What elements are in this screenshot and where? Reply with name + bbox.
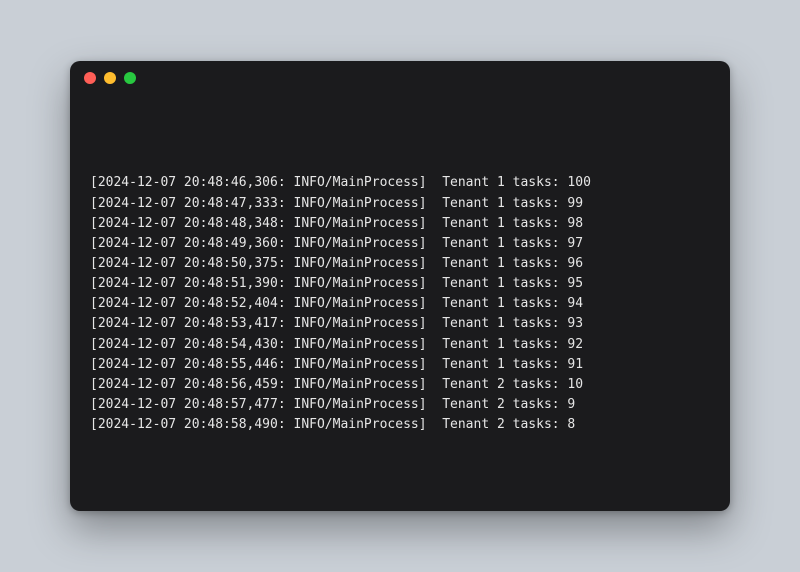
log-line: [2024-12-07 20:48:55,446: INFO/MainProce… xyxy=(90,355,710,375)
log-line: [2024-12-07 20:48:51,390: INFO/MainProce… xyxy=(90,274,710,294)
close-icon[interactable] xyxy=(84,72,96,84)
log-line: [2024-12-07 20:48:53,417: INFO/MainProce… xyxy=(90,314,710,334)
log-line: [2024-12-07 20:48:48,348: INFO/MainProce… xyxy=(90,214,710,234)
log-line: [2024-12-07 20:48:56,459: INFO/MainProce… xyxy=(90,375,710,395)
log-line: [2024-12-07 20:48:49,360: INFO/MainProce… xyxy=(90,234,710,254)
log-line: [2024-12-07 20:48:57,477: INFO/MainProce… xyxy=(90,395,710,415)
log-line: [2024-12-07 20:48:50,375: INFO/MainProce… xyxy=(90,254,710,274)
minimize-icon[interactable] xyxy=(104,72,116,84)
log-line: [2024-12-07 20:48:54,430: INFO/MainProce… xyxy=(90,335,710,355)
log-line: [2024-12-07 20:48:52,404: INFO/MainProce… xyxy=(90,294,710,314)
log-line: [2024-12-07 20:48:58,490: INFO/MainProce… xyxy=(90,415,710,435)
log-line: [2024-12-07 20:48:47,333: INFO/MainProce… xyxy=(90,194,710,214)
terminal-window: [2024-12-07 20:48:46,306: INFO/MainProce… xyxy=(70,61,730,511)
zoom-icon[interactable] xyxy=(124,72,136,84)
stage: [2024-12-07 20:48:46,306: INFO/MainProce… xyxy=(0,0,800,572)
log-line: [2024-12-07 20:48:46,306: INFO/MainProce… xyxy=(90,173,710,193)
terminal-body: [2024-12-07 20:48:46,306: INFO/MainProce… xyxy=(70,95,730,511)
title-bar xyxy=(70,61,730,95)
